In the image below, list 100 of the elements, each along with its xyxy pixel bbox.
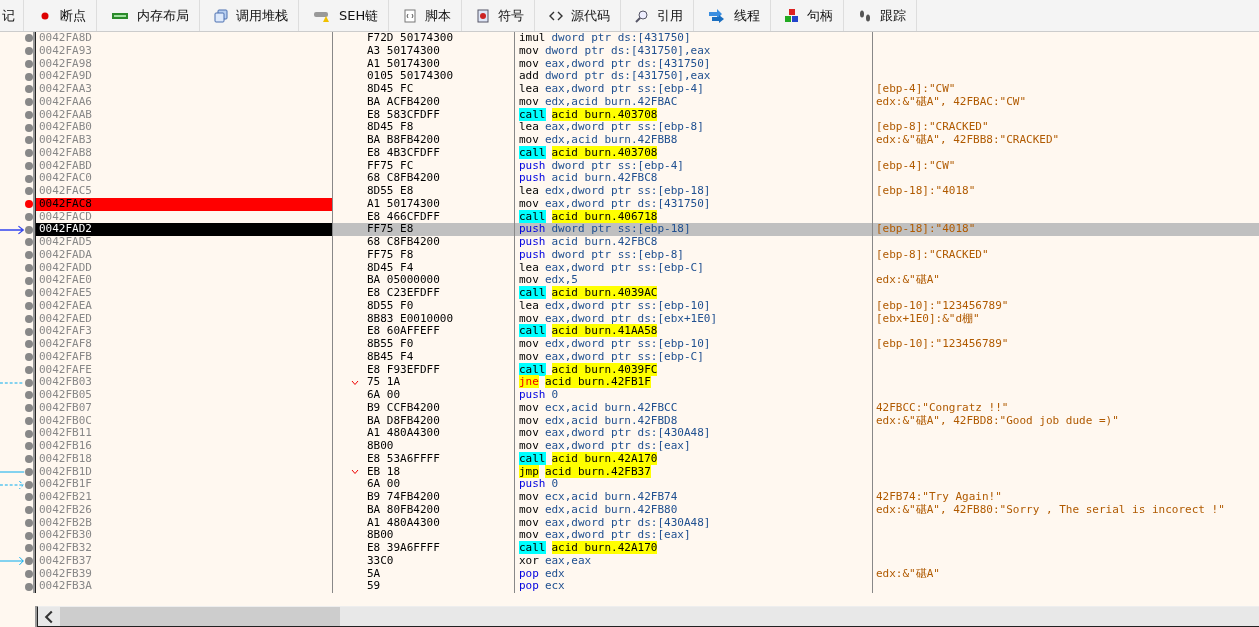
- tab[interactable]: 脚本: [389, 0, 463, 31]
- tab[interactable]: 跟踪: [844, 0, 918, 31]
- breakpoint-dot[interactable]: [25, 582, 33, 591]
- horizontal-scrollbar[interactable]: [37, 606, 1259, 627]
- breakpoint-dot[interactable]: [25, 429, 33, 438]
- mnemonic: lea: [519, 260, 539, 274]
- operands: acid burn.42FB1F: [544, 375, 651, 389]
- breakpoint-dot[interactable]: [25, 506, 33, 515]
- bytes-text: E8 C23EFDFF: [367, 287, 440, 300]
- comment-text: edx:&"碪A", 42FBB8:"CRACKED": [876, 133, 1060, 146]
- address-cell: 0042FB1F: [35, 478, 333, 491]
- breakpoint-dot[interactable]: [25, 161, 33, 170]
- breakpoint-dot[interactable]: [25, 289, 33, 298]
- breakpoint-dot[interactable]: [25, 442, 33, 451]
- address-cell: 0042FB11: [35, 427, 333, 440]
- breakpoint-dot[interactable]: [25, 365, 33, 374]
- breakpoint-dot[interactable]: [25, 263, 33, 272]
- comment-text: [ebx+1E0]:&"d棚": [876, 311, 980, 325]
- operands: 0: [551, 388, 559, 401]
- breakpoint-dot[interactable]: [25, 212, 33, 221]
- breakpoint-dot[interactable]: [25, 200, 33, 209]
- tab[interactable]: 内存布局: [97, 0, 200, 31]
- operands: edx,dword ptr ss:[ebp-10]: [544, 298, 711, 312]
- breakpoint-dot[interactable]: [25, 276, 33, 285]
- breakpoint-dot[interactable]: [25, 59, 33, 68]
- operands: dword ptr ds:[431750]: [551, 32, 691, 44]
- breakpoint-dot[interactable]: [25, 85, 33, 94]
- comment-text: [ebp-8]:"CRACKED": [876, 247, 989, 261]
- tab[interactable]: 断点: [24, 0, 97, 31]
- search-icon: [635, 8, 650, 23]
- tab[interactable]: 记: [0, 0, 24, 31]
- mnemonic: call: [519, 209, 546, 223]
- breakpoint-dot[interactable]: [25, 327, 33, 336]
- breakpoint-dot[interactable]: [25, 187, 33, 196]
- breakpoint-dot[interactable]: [25, 378, 33, 387]
- operands: ecx,acid burn.42FB74: [544, 490, 678, 503]
- tab[interactable]: 句柄: [771, 0, 845, 31]
- bytes-text: 8B00: [367, 440, 394, 453]
- breakpoint-dot[interactable]: [25, 251, 33, 260]
- mnemonic: mov: [519, 490, 539, 503]
- breakpoint-dot[interactable]: [25, 493, 33, 502]
- breakpoint-dot[interactable]: [25, 391, 33, 400]
- operands: eax,dword ptr ss:[ebp-4]: [544, 82, 704, 95]
- breakpoint-dot[interactable]: [25, 98, 33, 107]
- breakpoint-dot[interactable]: [25, 404, 33, 413]
- breakpoint-dot[interactable]: [25, 557, 33, 566]
- bytes-text: FF75 FC: [367, 159, 414, 173]
- tab[interactable]: 源代码: [535, 0, 622, 31]
- breakpoint-dot[interactable]: [25, 314, 33, 323]
- breakpoint-dot[interactable]: [25, 174, 33, 183]
- mnemonic: push: [519, 388, 546, 401]
- breakpoint-dot[interactable]: [25, 238, 33, 247]
- bytes-text: 59: [367, 580, 381, 593]
- operands: acid burn.42FBC8: [551, 171, 658, 185]
- tab[interactable]: 符号: [462, 0, 536, 31]
- bytes-text: F72D 50174300: [367, 32, 454, 45]
- address-cell: 0042FAA3: [35, 83, 333, 96]
- operands: edx,acid burn.42FBB8: [544, 133, 678, 146]
- mnemonic: call: [519, 286, 546, 299]
- scroll-thumb[interactable]: [60, 607, 340, 626]
- breakpoint-dot[interactable]: [25, 123, 33, 132]
- operands: dword ptr ds:[431750],eax: [544, 69, 711, 83]
- breakpoint-dot[interactable]: [25, 569, 33, 578]
- breakpoint-dot[interactable]: [25, 302, 33, 311]
- blocks-icon: [785, 8, 800, 23]
- tab[interactable]: 引用: [621, 0, 695, 31]
- breakpoint-dot[interactable]: [25, 480, 33, 489]
- comment-text: edx:&"碪A": [876, 566, 940, 580]
- tab[interactable]: 线程: [694, 0, 772, 31]
- breakpoint-dot[interactable]: [25, 353, 33, 362]
- breakpoint-dot[interactable]: [25, 225, 33, 234]
- breakpoint-dot[interactable]: [25, 72, 33, 81]
- breakpoint-dot[interactable]: [25, 149, 33, 158]
- operands: acid burn.41AA58: [551, 324, 658, 338]
- bytes-text: 6A 00: [367, 389, 401, 402]
- breakpoint-dot[interactable]: [25, 455, 33, 464]
- breakpoint-dot[interactable]: [25, 518, 33, 527]
- breakpoint-dot[interactable]: [25, 544, 33, 553]
- operands: eax,dword ptr ds:[430A48]: [544, 426, 711, 440]
- breakpoint-dot[interactable]: [25, 340, 33, 349]
- comment-text: [ebp-8]:"CRACKED": [876, 120, 989, 134]
- tab[interactable]: SEH链: [299, 0, 390, 31]
- operands: edx,dword ptr ss:[ebp-10]: [544, 337, 711, 350]
- mnemonic: mov: [519, 502, 539, 516]
- mnemonic: mov: [519, 426, 539, 440]
- breakpoint-dot[interactable]: [25, 110, 33, 119]
- operands: acid burn.4039AC: [551, 286, 658, 299]
- address-cell: 0042FAED: [35, 312, 333, 326]
- breakpoint-dot[interactable]: [25, 47, 33, 56]
- breakpoint-dot[interactable]: [25, 467, 33, 476]
- address-cell: 0042FAD5: [35, 236, 333, 249]
- operands: edx,dword ptr ss:[ebp-18]: [544, 184, 711, 197]
- breakpoint-dot[interactable]: [25, 34, 33, 43]
- mnemonic: push: [519, 235, 546, 248]
- bytes-text: E8 4B3CFDFF: [367, 146, 440, 160]
- tab[interactable]: 调用堆栈: [200, 0, 299, 31]
- breakpoint-dot[interactable]: [25, 136, 33, 145]
- address-cell: 0042FAE0: [35, 274, 333, 287]
- breakpoint-dot[interactable]: [25, 416, 33, 425]
- breakpoint-dot[interactable]: [25, 531, 33, 540]
